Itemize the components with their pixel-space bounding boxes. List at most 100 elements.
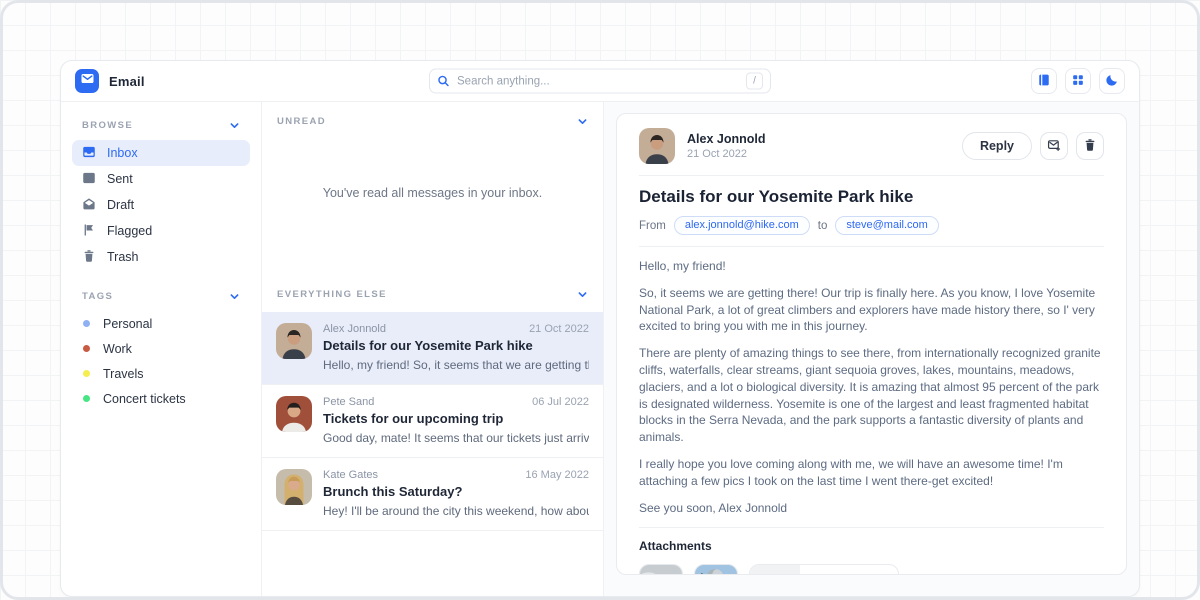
- moon-icon: [1105, 73, 1119, 90]
- to-email-pill[interactable]: steve@mail.com: [835, 216, 938, 235]
- message-list-column: UNREAD You've read all messages in your …: [262, 102, 604, 596]
- email-paragraph: See you soon, Alex Jonnold: [639, 500, 1104, 517]
- unread-empty-state: You've read all messages in your inbox.: [262, 139, 603, 247]
- mail-item-body: Pete Sand 06 Jul 2022 Tickets for our up…: [323, 396, 589, 445]
- grid-icon: [1071, 73, 1085, 90]
- forward-button[interactable]: [1040, 132, 1068, 160]
- tag-dot: [83, 345, 90, 352]
- file-icon-area: [750, 565, 800, 575]
- tag-dot: [83, 320, 90, 327]
- divider: [639, 246, 1104, 247]
- divider: [639, 527, 1104, 528]
- mail-item-body: Kate Gates 16 May 2022 Brunch this Satur…: [323, 469, 589, 518]
- search-icon: [437, 75, 450, 88]
- everything-else-label: EVERYTHING ELSE: [277, 289, 387, 300]
- detail-actions: Reply: [962, 132, 1104, 160]
- attachment-photo-half-dome[interactable]: [694, 564, 738, 575]
- sidebar-item-label: Inbox: [107, 146, 138, 160]
- sidebar-item-flagged[interactable]: Flagged: [72, 218, 250, 244]
- tag-item-personal[interactable]: Personal: [72, 311, 250, 336]
- mail-sender: Kate Gates: [323, 469, 378, 481]
- tag-item-work[interactable]: Work: [72, 336, 250, 361]
- mail-snippet: Good day, mate! It seems that our ticket…: [323, 431, 589, 445]
- mail-subject: Brunch this Saturday?: [323, 484, 589, 499]
- search-input[interactable]: [457, 75, 746, 87]
- sidebar-item-label: Trash: [107, 250, 139, 264]
- inbox-icon: [82, 145, 96, 162]
- trash-icon: [82, 249, 96, 266]
- tag-label: Concert tickets: [103, 392, 186, 406]
- tag-item-travels[interactable]: Travels: [72, 361, 250, 386]
- chevron-down-icon[interactable]: [577, 116, 588, 127]
- sidebar-item-draft[interactable]: Draft: [72, 192, 250, 218]
- mail-date: 21 Oct 2022: [529, 323, 589, 335]
- sidebar-item-inbox[interactable]: Inbox: [72, 140, 250, 166]
- email-app-window: Email / BROWSE: [60, 60, 1140, 597]
- unread-label: UNREAD: [277, 116, 326, 127]
- app-title: Email: [109, 74, 145, 89]
- delete-button[interactable]: [1076, 132, 1104, 160]
- mail-subject: Details for our Yosemite Park hike: [323, 338, 589, 353]
- sent-icon: [82, 171, 96, 188]
- mail-list-item[interactable]: Pete Sand 06 Jul 2022 Tickets for our up…: [262, 385, 603, 458]
- envelope-icon: [80, 71, 95, 91]
- search-bar[interactable]: /: [429, 69, 771, 94]
- avatar: [639, 128, 675, 164]
- browse-label: BROWSE: [82, 120, 133, 131]
- mail-date: 16 May 2022: [525, 469, 589, 481]
- attachment-file-card[interactable]: videos-hike.zip 100 MB: [749, 564, 899, 575]
- mail-date: 06 Jul 2022: [532, 396, 589, 408]
- attachments-row: videos-hike.zip 100 MB: [639, 564, 1104, 575]
- notebook-button[interactable]: [1031, 68, 1057, 94]
- attachment-photo-valley[interactable]: [639, 564, 683, 575]
- detail-date: 21 Oct 2022: [687, 148, 765, 160]
- from-email-pill[interactable]: alex.jonnold@hike.com: [674, 216, 810, 235]
- email-paragraph: Hello, my friend!: [639, 258, 1104, 275]
- sidebar: BROWSE Inbox Sent Draft Flagged Tra: [61, 102, 262, 596]
- email-subject-title: Details for our Yosemite Park hike: [639, 187, 1104, 207]
- tag-item-concert-tickets[interactable]: Concert tickets: [72, 386, 250, 411]
- mail-subject: Tickets for our upcoming trip: [323, 411, 589, 426]
- apps-grid-button[interactable]: [1065, 68, 1091, 94]
- detail-sender-name: Alex Jonnold: [687, 132, 765, 146]
- chevron-down-icon[interactable]: [229, 291, 240, 302]
- tags-label: TAGS: [82, 291, 113, 302]
- sidebar-item-label: Flagged: [107, 224, 152, 238]
- sidebar-item-label: Sent: [107, 172, 133, 186]
- reading-pane: Alex Jonnold 21 Oct 2022 Reply De: [604, 102, 1139, 596]
- file-meta: videos-hike.zip 100 MB: [800, 565, 898, 575]
- unread-section-header: UNREAD: [262, 102, 603, 139]
- tag-label: Work: [103, 342, 132, 356]
- mail-sender: Pete Sand: [323, 396, 374, 408]
- from-label: From: [639, 220, 666, 232]
- reply-button[interactable]: Reply: [962, 132, 1032, 160]
- divider: [639, 175, 1104, 176]
- mail-snippet: Hey! I'll be around the city this weeken…: [323, 504, 589, 518]
- mail-list-item[interactable]: Kate Gates 16 May 2022 Brunch this Satur…: [262, 458, 603, 531]
- tag-label: Personal: [103, 317, 152, 331]
- search-shortcut-key: /: [746, 73, 763, 90]
- chevron-down-icon[interactable]: [229, 120, 240, 131]
- header-actions: [1031, 68, 1125, 94]
- tag-dot: [83, 370, 90, 377]
- file-name: videos-hike.zip: [810, 574, 888, 575]
- email-paragraph: So, it seems we are getting there! Our t…: [639, 285, 1104, 335]
- avatar: [276, 469, 312, 505]
- tags-section: TAGS Personal Work Travels Concer: [72, 283, 250, 411]
- app-header: Email /: [61, 61, 1139, 102]
- to-label: to: [818, 220, 828, 232]
- sidebar-item-sent[interactable]: Sent: [72, 166, 250, 192]
- email-paragraph: I really hope you love coming along with…: [639, 456, 1104, 490]
- envelope-plus-icon: [1047, 138, 1061, 155]
- dark-mode-button[interactable]: [1099, 68, 1125, 94]
- browse-section-header: BROWSE: [72, 112, 250, 140]
- email-detail-card: Alex Jonnold 21 Oct 2022 Reply De: [616, 113, 1127, 575]
- mail-list-item[interactable]: Alex Jonnold 21 Oct 2022 Details for our…: [262, 312, 603, 385]
- avatar: [276, 323, 312, 359]
- chevron-down-icon[interactable]: [577, 289, 588, 300]
- sidebar-item-trash[interactable]: Trash: [72, 244, 250, 270]
- email-body: Hello, my friend! So, it seems we are ge…: [639, 258, 1104, 516]
- tags-section-header: TAGS: [72, 283, 250, 311]
- draft-icon: [82, 197, 96, 214]
- mail-item-body: Alex Jonnold 21 Oct 2022 Details for our…: [323, 323, 589, 372]
